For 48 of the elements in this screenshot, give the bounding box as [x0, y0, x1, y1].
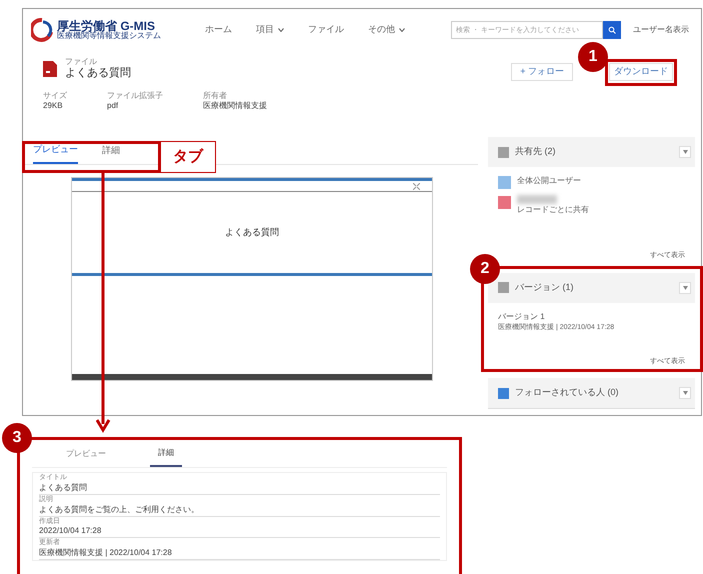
follow-button[interactable]: + フォロー [511, 63, 573, 81]
step-number: 3 [2, 423, 32, 453]
logo-subtitle: 医療機関等情報支援システム [57, 32, 161, 40]
field-value: 2022/10/04 17:28 [39, 526, 102, 536]
panel-title: 共有先 (2) [515, 145, 556, 158]
tab[interactable]: プレビュー [33, 137, 78, 164]
caret-down-icon [682, 286, 688, 290]
nav-item[interactable]: ホーム [201, 23, 236, 37]
panel-title: フォローされている人 (0) [515, 386, 618, 400]
nav-item[interactable]: 項目 [252, 23, 288, 37]
field-value: よくある質問 [39, 482, 88, 493]
download-button[interactable]: ダウンロード [609, 63, 673, 81]
share-text: 全体公開ユーザー [517, 175, 581, 187]
field-value: 医療機関情報支援 | 2022/10/04 17:28 [39, 548, 173, 558]
field-value: よくある質問をご覧の上、ご利用ください。 [39, 504, 200, 514]
nav-item[interactable]: ファイル [304, 23, 348, 37]
blurred-name [517, 195, 557, 204]
logo-title: 厚生労働省 G-MIS [57, 20, 155, 32]
highlight-frame [605, 59, 677, 86]
dropdown-button[interactable] [679, 146, 691, 158]
tab[interactable]: プレビュー [58, 440, 114, 467]
chevron-down-icon [399, 28, 405, 32]
callout-label: タブ [160, 141, 216, 173]
search-icon [608, 26, 616, 34]
version-title: バージョン 1 [498, 310, 546, 322]
tab[interactable]: 詳細 [102, 137, 120, 164]
search-button[interactable] [603, 21, 621, 39]
dropdown-button[interactable] [679, 282, 691, 294]
caret-down-icon [682, 150, 688, 154]
caret-down-icon [682, 391, 688, 395]
field-label: 所有者 [203, 91, 228, 101]
logo-icon [31, 18, 53, 42]
share-text: レコードごとに共有 [517, 204, 589, 216]
field-value: pdf [107, 101, 120, 111]
field-label: サイズ [43, 91, 67, 101]
dropdown-button[interactable] [679, 387, 691, 399]
field-label: ファイル拡張子 [107, 91, 163, 101]
chevron-down-icon [278, 28, 284, 32]
file-icon [43, 61, 57, 77]
nav-item[interactable]: その他 [364, 23, 409, 37]
tab[interactable]: 詳細 [150, 440, 182, 467]
record-title: よくある質問 [65, 67, 131, 81]
document-title: よくある質問 [225, 226, 279, 239]
field-value: 29KB [43, 101, 64, 111]
panel-title: バージョン (1) [515, 280, 574, 294]
field-value: 医療機関情報支援 [203, 101, 267, 111]
user-name: ユーザー名表示 [633, 24, 690, 36]
record-type: ファイル [65, 57, 98, 68]
